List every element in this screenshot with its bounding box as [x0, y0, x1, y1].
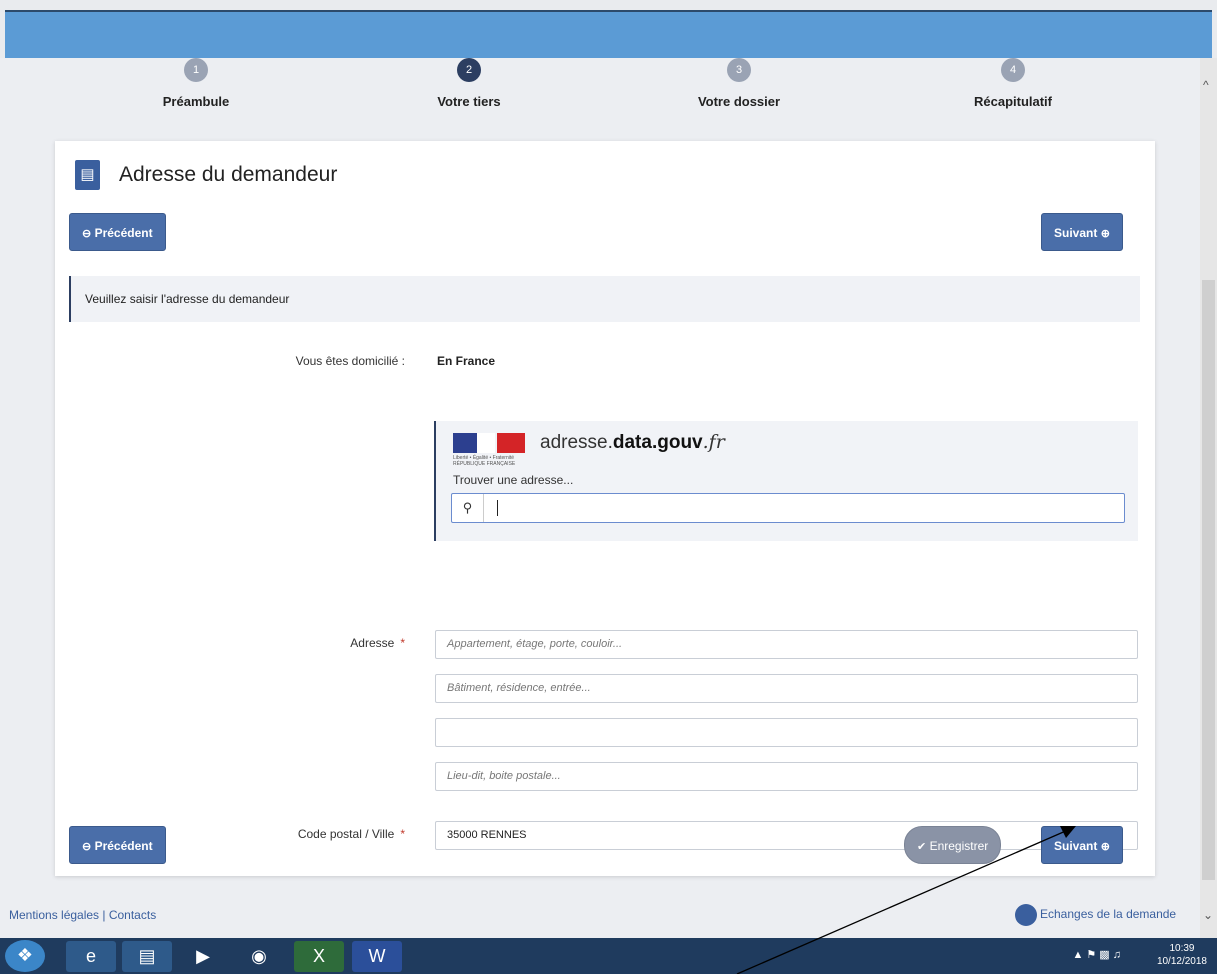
word-icon[interactable]: W — [352, 941, 402, 972]
address-line-4-input[interactable]: Lieu-dit, boite postale... — [435, 762, 1138, 791]
placeholder-text: Lieu-dit, boite postale... — [447, 770, 561, 782]
page-footer: Mentions légales | Contacts Echanges de … — [0, 898, 1200, 938]
page-content: 1 Préambule 2 Votre tiers 3 Votre dossie… — [0, 58, 1200, 938]
form-card: ▤ Adresse du demandeur ⊖ Précédent Suiva… — [55, 141, 1155, 876]
previous-button-top[interactable]: ⊖ Précédent — [69, 213, 166, 251]
media-player-icon[interactable]: ▶ — [178, 941, 228, 972]
service-logo-text: adresse.data.gouv.fr — [540, 431, 725, 453]
arrow-left-circle-icon: ⊖ — [82, 228, 92, 240]
step-label: Votre dossier — [697, 94, 781, 109]
next-label: Suivant — [1054, 839, 1098, 853]
logo-caption: Liberté • Égalité • Fraternité RÉPUBLIQU… — [453, 455, 516, 467]
previous-label: Précédent — [94, 226, 153, 240]
excel-icon[interactable]: X — [294, 941, 344, 972]
address-line-2-input[interactable]: Bâtiment, résidence, entrée... — [435, 674, 1138, 703]
address-line-1-input[interactable]: Appartement, étage, porte, couloir... — [435, 630, 1138, 659]
exchanges-link[interactable]: Echanges de la demande — [1015, 904, 1176, 926]
arrow-right-circle-icon: ⊕ — [1100, 841, 1110, 853]
step-votre-tiers[interactable]: 2 Votre tiers — [369, 58, 569, 109]
footer-links[interactable]: Mentions légales | Contacts — [9, 908, 156, 922]
step-recapitulatif[interactable]: 4 Récapitulatif — [913, 58, 1113, 109]
windows-taskbar: ❖ e ▤ ▶ ◉ X W ▲ ⚑ ▩ ♫ 10:39 10/12/2018 — [0, 938, 1217, 974]
browser-header-bar — [5, 10, 1212, 58]
step-votre-dossier[interactable]: 3 Votre dossier — [639, 58, 839, 109]
step-number: 3 — [727, 58, 751, 82]
info-message: Veuillez saisir l'adresse du demandeur — [69, 276, 1140, 322]
chat-icon — [1015, 904, 1037, 926]
previous-label: Précédent — [94, 839, 153, 853]
step-preambule[interactable]: 1 Préambule — [96, 58, 296, 109]
document-icon: ▤ — [75, 160, 100, 190]
input-value: 35000 RENNES — [447, 829, 527, 841]
next-button-bottom[interactable]: Suivant ⊕ — [1041, 826, 1123, 864]
arrow-right-circle-icon: ⊕ — [1100, 228, 1110, 240]
required-mark: * — [400, 636, 405, 650]
save-button[interactable]: ✔ Enregistrer — [904, 826, 1002, 864]
step-label: Votre tiers — [437, 94, 501, 109]
address-search-input[interactable]: ⚲ — [451, 493, 1125, 523]
text-cursor — [497, 500, 498, 516]
placeholder-text: Appartement, étage, porte, couloir... — [447, 638, 623, 650]
address-search-widget: Liberté • Égalité • Fraternité RÉPUBLIQU… — [434, 421, 1138, 541]
next-button-top[interactable]: Suivant ⊕ — [1041, 213, 1123, 251]
step-label: Préambule — [162, 94, 230, 109]
scrollbar-thumb[interactable] — [1202, 280, 1215, 880]
chrome-icon[interactable]: ◉ — [234, 941, 284, 972]
domicile-value: En France — [437, 354, 496, 368]
address-line-3-input[interactable] — [435, 718, 1138, 747]
step-number: 1 — [184, 58, 208, 82]
system-tray-icons[interactable]: ▲ ⚑ ▩ ♫ — [1072, 948, 1121, 961]
postal-city-label: Code postal / Ville * — [297, 827, 405, 841]
step-number: 4 — [1001, 58, 1025, 82]
start-button[interactable]: ❖ — [5, 940, 45, 972]
marianne-logo-icon — [453, 433, 525, 453]
file-explorer-icon[interactable]: ▤ — [122, 941, 172, 972]
page-title: Adresse du demandeur — [119, 163, 338, 186]
find-address-label: Trouver une adresse... — [453, 473, 574, 487]
step-number: 2 — [457, 58, 481, 82]
check-circle-icon: ✔ — [917, 841, 927, 853]
required-mark: * — [400, 827, 405, 841]
placeholder-text: Bâtiment, résidence, entrée... — [447, 682, 591, 694]
internet-explorer-icon[interactable]: e — [66, 941, 116, 972]
scroll-up-icon[interactable]: ^ — [1203, 78, 1209, 92]
clock[interactable]: 10:39 10/12/2018 — [1157, 942, 1207, 968]
scroll-down-icon[interactable]: ⌄ — [1203, 908, 1213, 922]
domicile-label: Vous êtes domicilié : — [295, 354, 405, 368]
arrow-left-circle-icon: ⊖ — [82, 841, 92, 853]
previous-button-bottom[interactable]: ⊖ Précédent — [69, 826, 166, 864]
postal-city-input[interactable]: 35000 RENNES — [435, 821, 1138, 850]
step-label: Récapitulatif — [973, 94, 1052, 109]
search-icon: ⚲ — [452, 494, 484, 522]
save-label: Enregistrer — [929, 839, 989, 853]
next-label: Suivant — [1054, 226, 1098, 240]
adresse-label: Adresse * — [350, 636, 405, 650]
